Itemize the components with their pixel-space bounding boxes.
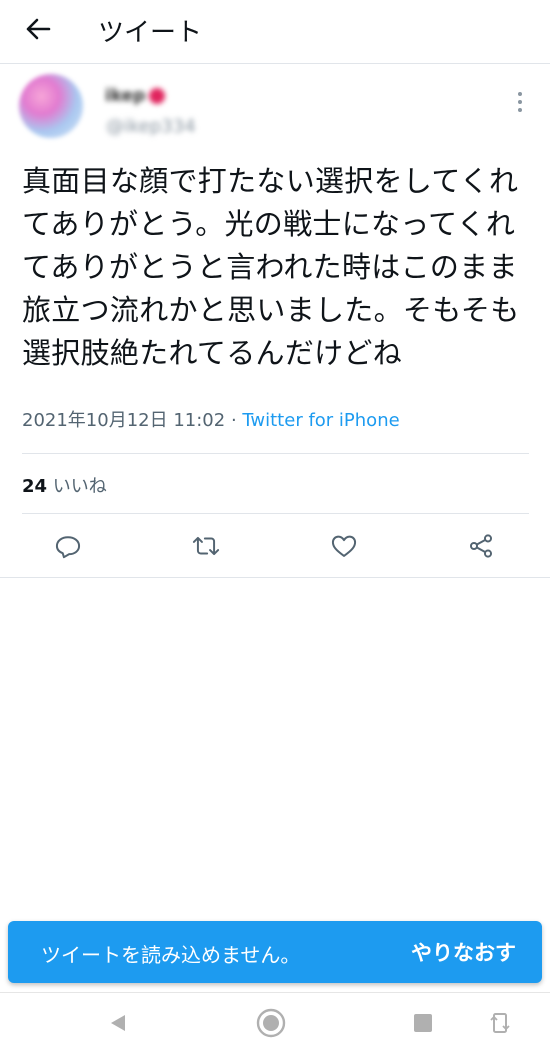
meta-separator: · — [225, 410, 243, 431]
system-navigation-bar — [0, 992, 550, 1058]
nav-back-button[interactable] — [98, 1003, 138, 1043]
reply-button[interactable] — [50, 530, 86, 562]
nav-rotate-button[interactable] — [480, 1003, 520, 1043]
nav-recents-icon — [414, 1014, 432, 1032]
avatar[interactable] — [19, 74, 83, 138]
nav-home-icon — [256, 1008, 286, 1038]
divider — [0, 577, 550, 578]
nav-rotate-icon — [490, 1013, 510, 1033]
top-app-bar: ツイート — [0, 0, 550, 58]
nav-back-icon — [111, 1015, 125, 1031]
like-icon — [331, 535, 357, 557]
error-snackbar: ツイートを読み込めません。 やりなおす — [8, 921, 542, 983]
retweet-icon — [192, 536, 220, 556]
back-button[interactable] — [22, 13, 54, 45]
reply-icon — [55, 536, 81, 559]
user-handle[interactable]: @ikep334 — [106, 116, 196, 137]
header-divider — [0, 63, 550, 64]
snackbar-message: ツイートを読み込めません。 — [41, 943, 301, 967]
page-title: ツイート — [98, 18, 203, 48]
user-display-name[interactable]: ikep — [105, 86, 166, 106]
likes-stat[interactable]: 24 いいね — [22, 472, 107, 498]
divider — [22, 513, 529, 514]
tweet-meta: 2021年10月12日 11:02 · Twitter for iPhone — [22, 406, 400, 432]
share-button[interactable] — [463, 530, 499, 562]
nav-home-button[interactable] — [251, 1003, 291, 1043]
retweet-button[interactable] — [188, 530, 224, 562]
likes-count: 24 — [22, 476, 48, 497]
tweet-timestamp[interactable]: 2021年10月12日 11:02 — [22, 410, 225, 431]
divider — [22, 453, 529, 454]
badge-icon — [149, 88, 166, 104]
share-icon — [469, 534, 493, 558]
tweet-text: 真面目な顔で打たない選択をしてくれてありがとう。光の戦士になってくれてありがとう… — [22, 164, 520, 370]
retry-button[interactable]: やりなおす — [411, 937, 516, 967]
back-arrow-icon — [26, 18, 51, 40]
tweet-source-link[interactable]: Twitter for iPhone — [242, 410, 399, 431]
more-options-button[interactable] — [514, 92, 526, 112]
like-button[interactable] — [326, 530, 362, 562]
more-vertical-icon — [518, 92, 522, 96]
likes-label: いいね — [52, 476, 107, 497]
nav-recents-button[interactable] — [403, 1003, 443, 1043]
